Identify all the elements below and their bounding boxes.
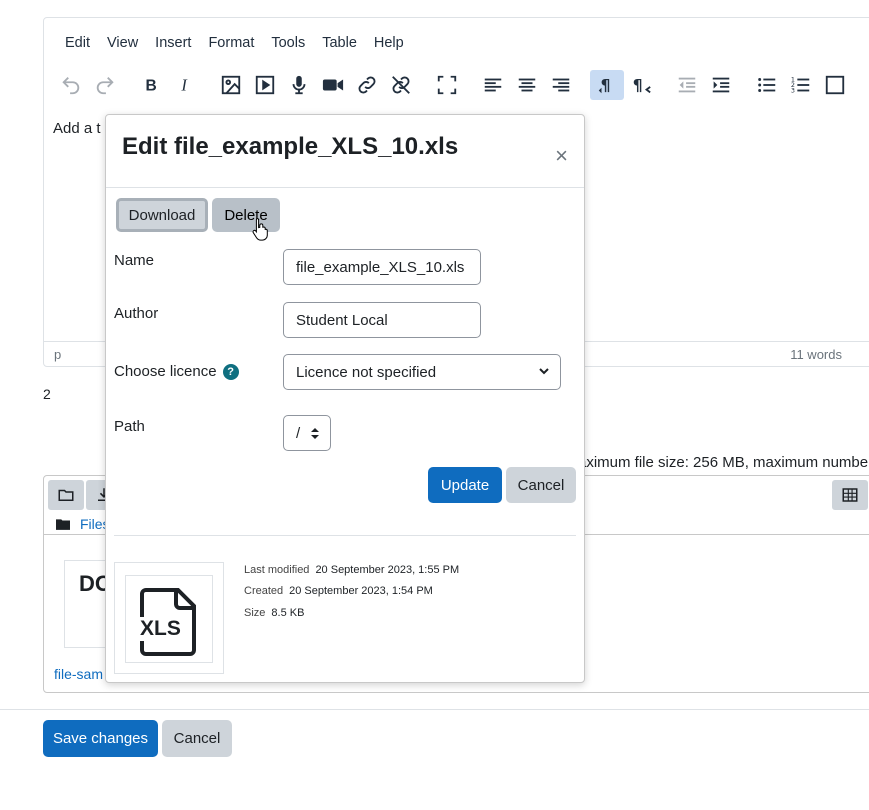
divider [0, 709, 869, 710]
file-preview-inner: XLS [125, 575, 213, 663]
video-camera-icon[interactable] [316, 70, 350, 100]
menu-format[interactable]: Format [208, 35, 254, 51]
licence-selected-value: Licence not specified [296, 363, 437, 381]
file-name-link[interactable]: file-sam [54, 666, 103, 682]
dialog-title: Edit file_example_XLS_10.xls [122, 133, 459, 160]
last-modified-row: Last modified 20 September 2023, 1:55 PM [244, 564, 459, 576]
numbered-list-icon[interactable]: 123 [784, 70, 818, 100]
path-label: Path [114, 418, 145, 435]
licence-label-row: Choose licence? [114, 363, 239, 381]
redo-icon[interactable] [88, 70, 122, 100]
cancel-button[interactable]: Cancel [162, 720, 232, 757]
svg-text:¶: ¶ [633, 77, 643, 95]
close-icon[interactable]: × [555, 145, 568, 167]
folder-icon [58, 489, 74, 501]
path-value: / [296, 424, 301, 442]
image-icon[interactable] [214, 70, 248, 100]
media-icon[interactable] [248, 70, 282, 100]
ltr-paragraph-icon[interactable]: ¶ [590, 70, 624, 100]
preview-file-type: XLS [139, 617, 182, 641]
word-count[interactable]: 11 words [790, 347, 842, 362]
outdent-icon[interactable] [670, 70, 704, 100]
file-preview: XLS [114, 562, 224, 674]
menu-edit[interactable]: Edit [65, 35, 90, 51]
help-icon[interactable]: ? [222, 364, 239, 381]
created-value: 20 September 2023, 1:54 PM [289, 585, 433, 597]
chevron-down-icon [539, 368, 549, 375]
file-path-breadcrumb[interactable]: Files [56, 516, 110, 532]
folder-icon [56, 519, 70, 530]
indent-icon[interactable] [704, 70, 738, 100]
size-row: Size 8.5 KB [244, 607, 304, 619]
save-changes-button[interactable]: Save changes [43, 720, 158, 757]
created-row: Created 20 September 2023, 1:54 PM [244, 585, 433, 597]
last-modified-value: 20 September 2023, 1:55 PM [315, 564, 460, 576]
menu-table[interactable]: Table [322, 35, 357, 51]
editor-content[interactable]: Add a t [53, 120, 101, 137]
dialog-divider [106, 187, 584, 188]
editor-toolbar: B I ¶ ¶ 123 [54, 68, 852, 102]
bullet-list-icon[interactable] [750, 70, 784, 100]
create-folder-button[interactable] [48, 480, 84, 510]
name-field[interactable]: file_example_XLS_10.xls [283, 249, 481, 285]
bold-icon[interactable]: B [134, 70, 168, 100]
menu-tools[interactable]: Tools [271, 35, 305, 51]
svg-text:3: 3 [791, 86, 795, 94]
italic-icon[interactable]: I [168, 70, 202, 100]
field-number: 2 [43, 386, 51, 402]
hand-cursor-icon [252, 217, 268, 241]
menu-insert[interactable]: Insert [155, 35, 191, 51]
editor-menubar: Edit View Insert Format Tools Table Help [65, 35, 421, 51]
fullscreen-icon[interactable] [430, 70, 464, 100]
dialog-divider-lower [114, 535, 576, 536]
name-label: Name [114, 252, 155, 269]
menu-view[interactable]: View [107, 35, 138, 51]
table-icon[interactable] [818, 70, 852, 100]
size-label: Size [244, 607, 266, 619]
undo-icon[interactable] [54, 70, 88, 100]
menu-help[interactable]: Help [374, 35, 404, 51]
path-select[interactable]: / [283, 415, 331, 451]
author-label: Author [114, 305, 159, 322]
element-path[interactable]: p [54, 347, 61, 362]
download-button[interactable]: Download [116, 198, 208, 232]
grid-icon [842, 488, 858, 502]
align-right-icon[interactable] [544, 70, 578, 100]
svg-text:¶: ¶ [601, 77, 611, 95]
licence-label: Choose licence [114, 363, 217, 380]
dialog-cancel-button[interactable]: Cancel [506, 467, 576, 503]
size-value: 8.5 KB [271, 607, 305, 619]
sort-arrows-icon [311, 428, 319, 439]
grid-view-button[interactable] [832, 480, 868, 510]
author-field[interactable]: Student Local [283, 302, 481, 338]
last-modified-label: Last modified [244, 564, 310, 576]
link-icon[interactable] [350, 70, 384, 100]
microphone-icon[interactable] [282, 70, 316, 100]
created-label: Created [244, 585, 284, 597]
unlink-icon[interactable] [384, 70, 418, 100]
max-file-size-info: aximum file size: 256 MB, maximum numbe [578, 454, 869, 471]
align-left-icon[interactable] [476, 70, 510, 100]
align-center-icon[interactable] [510, 70, 544, 100]
svg-text:I: I [180, 76, 188, 95]
update-button[interactable]: Update [428, 467, 502, 503]
svg-text:B: B [146, 78, 157, 95]
rtl-paragraph-icon[interactable]: ¶ [624, 70, 658, 100]
edit-file-dialog: Edit file_example_XLS_10.xls × Download … [105, 114, 585, 683]
licence-select[interactable]: Licence not specified [283, 354, 561, 390]
